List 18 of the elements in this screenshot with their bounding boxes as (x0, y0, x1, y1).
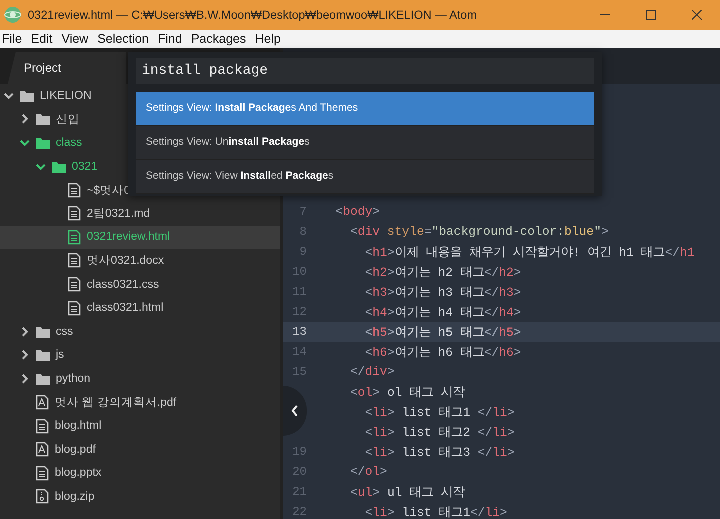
line-number: 13 (292, 325, 307, 339)
window-title: 0321review.html — C:₩Users₩B.W.Moon₩Desktop₩beomwoo₩LIKELION — Atom (28, 8, 478, 22)
code-line: <div style="background-color:blue"> (350, 225, 609, 239)
code-line: <body> (334, 205, 380, 219)
code-line: <li> list 태그1</li> (364, 504, 508, 519)
code-line: <ul> ul 태그 시작 (350, 484, 465, 500)
code-line: </ol> (350, 465, 388, 479)
code-line: </div> (350, 365, 395, 379)
code-line: <h4>여기는 h4 태그</h4> (364, 304, 522, 320)
code-line: <li> list 태그2 </li> (364, 424, 515, 440)
code-line: <ol> ol 태그 시작 (350, 384, 465, 400)
code-line: <h2>여기는 h2 태그</h2> (364, 264, 522, 280)
code-line: <h1>이제 내용을 채우기 시작할거야! 여긴 h1 태그</h1 (364, 244, 695, 260)
code-line: <li> list 태그1 </li> (364, 404, 515, 420)
code-line: <h6>여기는 h6 태그</h6> (364, 344, 522, 360)
code-line: <h5>여기는 h5 태그</h5> (364, 324, 522, 340)
code-line: <li> list 태그3 </li> (364, 444, 515, 460)
code-line: <h3>여기는 h3 태그</h3> (364, 284, 522, 300)
